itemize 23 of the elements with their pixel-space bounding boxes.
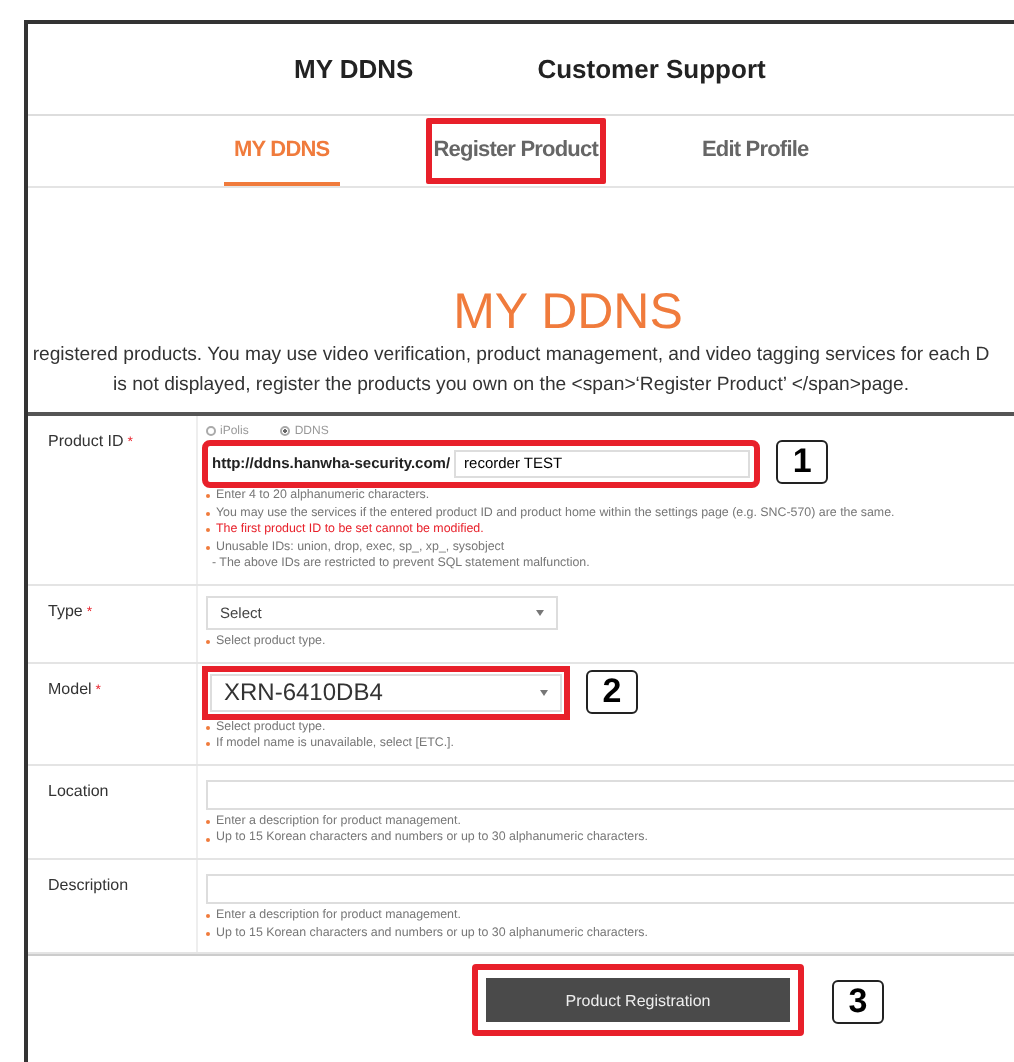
- caret-icon: [536, 609, 544, 616]
- intro-text: is not displayed, register the products you own on the <span>‘Register Product’ </span>page.: [110, 372, 912, 400]
- field-label: Location: [48, 781, 109, 800]
- field-label: Type: [48, 601, 83, 620]
- field-label: Model: [48, 679, 92, 698]
- nav-link[interactable]: MY DDNS: [294, 54, 414, 84]
- step-number: 3: [832, 980, 884, 1025]
- dropdown[interactable]: XRN-6410DB4: [210, 673, 562, 712]
- input-field[interactable]: [206, 779, 1014, 810]
- radio-icon[interactable]: [280, 426, 291, 436]
- step-number: 1: [776, 440, 829, 484]
- tab[interactable]: Register Product: [423, 116, 608, 186]
- tab[interactable]: Edit Profile: [691, 116, 819, 186]
- field-label: Description: [48, 875, 129, 894]
- field-label: Product ID: [48, 432, 124, 450]
- nav-link[interactable]: Customer Support: [537, 54, 766, 84]
- step-number: 2: [586, 670, 638, 715]
- radio-icon[interactable]: [206, 426, 216, 436]
- caret-icon: [540, 689, 548, 696]
- input-field[interactable]: [206, 873, 1014, 904]
- intro-text: registered products. You may use video verification, product management, and video tagging services for each D: [30, 342, 992, 370]
- registration-button[interactable]: Product Registration: [486, 978, 790, 1023]
- page-title: MY DDNS: [451, 284, 685, 340]
